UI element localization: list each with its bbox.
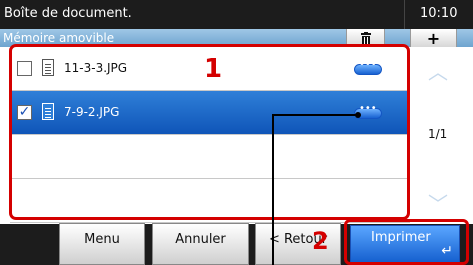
scroll-up-button[interactable]: ︿ (418, 49, 458, 91)
title-divider (404, 0, 405, 29)
leader-line-horizontal (272, 114, 360, 116)
section-title: Mémoire amovible (3, 31, 115, 45)
clock: 10:10 (420, 6, 458, 21)
chevron-down-icon: ﹀ (428, 191, 448, 216)
page-counter: 1/1 (428, 127, 448, 141)
add-button[interactable]: + (410, 28, 457, 48)
menu-button[interactable]: Menu (59, 223, 145, 265)
annotation-number-1: 1 (204, 54, 223, 84)
screen: Boîte de document. 10:10 Mémoire amovibl… (0, 0, 473, 265)
leader-line-vertical (272, 115, 274, 265)
trash-icon (360, 31, 371, 45)
scroll-down-button[interactable]: ﹀ (418, 181, 458, 223)
cancel-button[interactable]: Annuler (152, 223, 249, 265)
chevron-up-icon: ︿ (428, 59, 448, 84)
annotation-number-2: 2 (312, 227, 329, 255)
page-title: Boîte de document. (4, 6, 132, 21)
menu-button-label: Menu (84, 232, 120, 247)
annotation-frame-2 (344, 219, 469, 265)
cancel-button-label: Annuler (175, 232, 226, 247)
scroll-column: ︿ 1/1 ﹀ (418, 47, 458, 224)
plus-icon: + (426, 28, 441, 48)
leader-dot (355, 112, 361, 118)
title-bar: Boîte de document. 10:10 (0, 0, 473, 29)
